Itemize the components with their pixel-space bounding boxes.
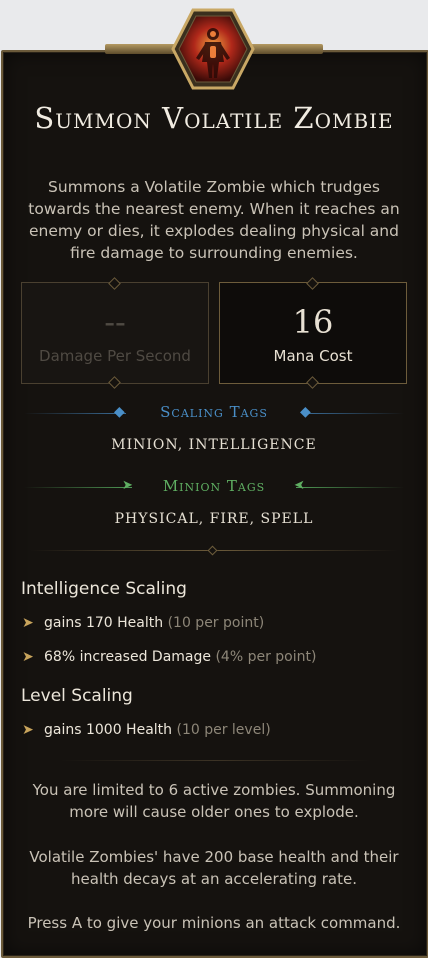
intelligence-bullet-2: ➤ 68% increased Damage (4% per point) <box>22 649 316 665</box>
bullet-main: gains 170 Health <box>44 615 164 631</box>
note-attack-command: Press A to give your minions an attack c… <box>27 914 401 932</box>
scaling-tags-title: Scaling Tags <box>160 403 268 421</box>
bullet-main: gains 1000 Health <box>44 722 173 738</box>
minion-tags-title: Minion Tags <box>162 477 266 495</box>
bullet-sub: (4% per point) <box>215 649 317 665</box>
dps-value: -- <box>104 303 126 341</box>
arrow-bullet-icon: ➤ <box>22 722 34 738</box>
note-zombie-limit: You are limited to 6 active zombies. Sum… <box>32 781 396 821</box>
level-scaling-heading: Level Scaling <box>21 686 133 706</box>
dps-label: Damage Per Second <box>39 347 191 365</box>
bullet-sub: (10 per level) <box>176 722 271 738</box>
mana-label: Mana Cost <box>273 347 353 365</box>
arrow-bullet-icon: ➤ <box>22 649 34 665</box>
dps-stat-box: -- Damage Per Second <box>21 282 209 384</box>
skill-description: Summons a Volatile Zombie which trudges … <box>28 178 400 262</box>
intelligence-scaling-heading: Intelligence Scaling <box>21 579 187 599</box>
notes-divider <box>60 760 370 761</box>
mana-stat-box: 16 Mana Cost <box>219 282 407 384</box>
mana-value: 16 <box>292 303 334 341</box>
arrow-bullet-icon: ➤ <box>22 615 34 631</box>
scaling-tags-values: MINION, INTELLIGENCE <box>111 437 317 453</box>
bullet-main: 68% increased Damage <box>44 649 211 665</box>
level-bullet-1: ➤ gains 1000 Health (10 per level) <box>22 722 271 738</box>
skill-title: Summon Volatile Zombie <box>34 101 394 135</box>
note-health-decay: Volatile Zombies' have 200 base health a… <box>29 848 399 888</box>
bullet-sub: (10 per point) <box>167 615 265 631</box>
volatile-zombie-icon <box>171 8 255 90</box>
intelligence-bullet-1: ➤ gains 170 Health (10 per point) <box>22 615 264 631</box>
minion-tags-values: PHYSICAL, FIRE, SPELL <box>114 511 314 527</box>
